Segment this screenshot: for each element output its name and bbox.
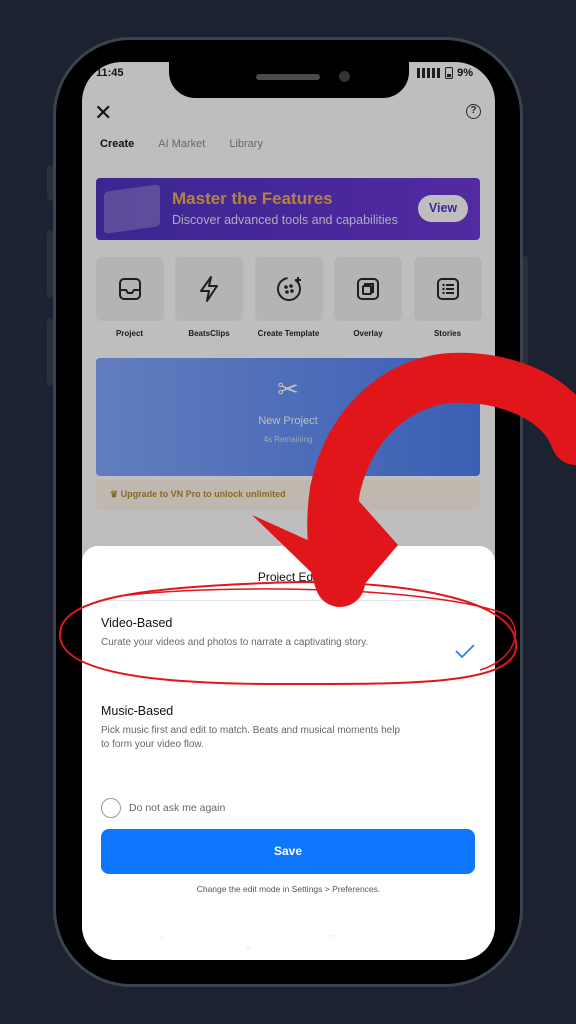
checkmark-icon xyxy=(455,644,475,658)
speaker-grille xyxy=(256,74,320,80)
system-nav-bar: ‹ ▭ ≡ xyxy=(160,932,417,954)
front-camera xyxy=(339,71,350,82)
radio-button[interactable] xyxy=(101,798,121,818)
sheet-title: Project Edit xyxy=(257,570,320,584)
phone-screen: 11:45 9% ✕ ? Create AI Market Library Ma… xyxy=(82,62,495,960)
do-not-ask-label: Do not ask me again xyxy=(129,802,226,814)
option-title: Video-Based xyxy=(101,616,173,630)
phone-notch xyxy=(169,62,409,98)
divider xyxy=(100,600,477,601)
option-video-based[interactable]: Video-Based Curate your videos and photo… xyxy=(101,616,475,650)
option-music-based[interactable]: Music-Based Pick music first and edit to… xyxy=(101,704,475,752)
option-title: Music-Based xyxy=(101,704,174,718)
do-not-ask-checkbox[interactable]: Do not ask me again xyxy=(101,798,225,818)
option-description: Pick music first and edit to match. Beat… xyxy=(101,725,401,750)
save-button[interactable]: Save xyxy=(101,829,475,874)
edit-mode-sheet: Project Edit Video-Based Curate your vid… xyxy=(82,546,495,960)
option-description: Curate your videos and photos to narrate… xyxy=(101,637,369,648)
settings-hint: Change the edit mode in Settings > Prefe… xyxy=(196,884,381,894)
